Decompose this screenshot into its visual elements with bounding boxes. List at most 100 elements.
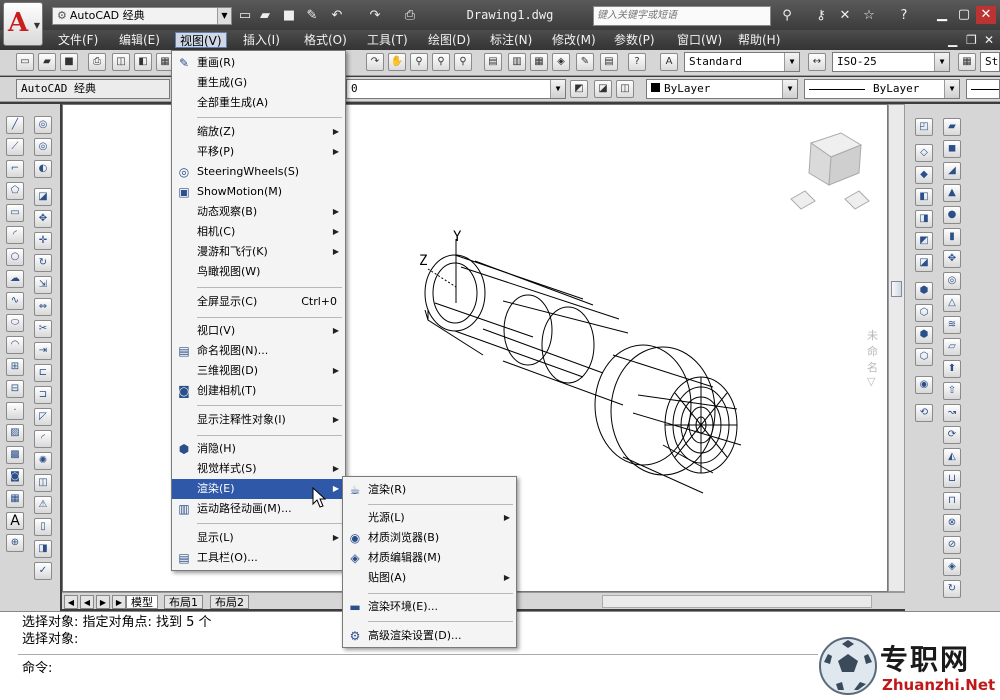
presspull-icon[interactable]: ⇧	[943, 382, 961, 400]
quickcalc-icon[interactable]: ▤	[600, 53, 618, 71]
nw-iso-icon[interactable]: ⬡	[915, 348, 933, 366]
union-icon[interactable]: ⊔	[943, 470, 961, 488]
layer-combo[interactable]: 0 ▼	[346, 79, 566, 99]
cone-icon[interactable]: ▲	[943, 184, 961, 202]
rotate-3d-icon[interactable]: ↻	[943, 580, 961, 598]
workspace-switcher[interactable]: ⚙ AutoCAD 经典 ▼	[52, 7, 232, 25]
design-center-icon[interactable]: ▥	[508, 53, 526, 71]
menu-item-clean-screen[interactable]: 全屏显示(C) Ctrl+0	[172, 292, 345, 312]
menu-dimension[interactable]: 标注(N)	[486, 32, 536, 48]
arc-icon[interactable]: ◜	[6, 226, 24, 244]
text-style-icon[interactable]: A	[660, 53, 678, 71]
menu-format[interactable]: 格式(O)	[300, 32, 351, 48]
helix-icon[interactable]: ≋	[943, 316, 961, 334]
insert-block-icon[interactable]: ⊞	[6, 358, 24, 376]
ellipse-icon[interactable]: ⬭	[6, 314, 24, 332]
point-icon[interactable]: ·	[6, 402, 24, 420]
markup-icon[interactable]: ✎	[576, 53, 594, 71]
left-view-icon[interactable]: ◧	[915, 188, 933, 206]
color-combo[interactable]: ByLayer ▼	[646, 79, 798, 99]
menu-item-aerial-view[interactable]: 鸟瞰视图(W)	[172, 262, 345, 282]
open-icon[interactable]: ▰	[38, 53, 56, 71]
sweep-icon[interactable]: ↝	[943, 404, 961, 422]
table-style-combo[interactable]: St	[980, 52, 1000, 72]
solid-model[interactable]	[424, 254, 742, 494]
menu-item-advanced-render-settings[interactable]: ⚙ 高级渲染设置(D)...	[343, 626, 516, 646]
extrude-icon[interactable]: ⬆	[943, 360, 961, 378]
make-block-icon[interactable]: ⊟	[6, 380, 24, 398]
menu-window[interactable]: 窗口(W)	[673, 32, 726, 48]
cylinder-icon[interactable]: ▮	[943, 228, 961, 246]
hatch-icon[interactable]: ▨	[6, 424, 24, 442]
tab-layout1[interactable]: 布局1	[164, 595, 203, 609]
favorites-star-icon[interactable]: ☆	[860, 7, 878, 25]
publish-icon[interactable]: ◧	[134, 53, 152, 71]
menu-item-visual-styles[interactable]: 视觉样式(S) ▶	[172, 459, 345, 479]
doc-close-button[interactable]: ✕	[980, 32, 998, 48]
vertical-scroll-thumb[interactable]	[891, 281, 902, 297]
plot-icon[interactable]: ⎙	[88, 53, 106, 71]
key-icon[interactable]: ⚷	[812, 7, 830, 25]
layer-states-icon[interactable]: ◫	[616, 80, 634, 98]
viewcube[interactable]	[790, 132, 870, 210]
ellipse-arc-icon[interactable]: ◠	[6, 336, 24, 354]
menu-item-zoom[interactable]: 缩放(Z) ▶	[172, 122, 345, 142]
save-icon[interactable]: ■	[280, 7, 298, 25]
tab-model[interactable]: 模型	[126, 595, 158, 609]
table-style-icon[interactable]: ▦	[958, 53, 976, 71]
rectangle-icon[interactable]: ▭	[6, 204, 24, 222]
table-icon[interactable]: ▦	[6, 490, 24, 508]
undo-icon[interactable]: ↶	[328, 7, 346, 25]
menu-item-material-editor[interactable]: ◈ 材质编辑器(M)	[343, 548, 516, 568]
save-icon[interactable]: ■	[60, 53, 78, 71]
stretch-icon[interactable]: ⇔	[34, 298, 52, 316]
gradient-icon[interactable]: ▩	[6, 446, 24, 464]
clip-icon[interactable]: ◨	[34, 540, 52, 558]
rotate-icon[interactable]: ↻	[34, 254, 52, 272]
menu-tools[interactable]: 工具(T)	[363, 32, 412, 48]
revolve-icon[interactable]: ⟳	[943, 426, 961, 444]
explode-icon[interactable]: ✺	[34, 452, 52, 470]
subtract-icon[interactable]: ⊓	[943, 492, 961, 510]
close-window-button[interactable]: ✕	[976, 6, 996, 24]
wedge-icon[interactable]: ◢	[943, 162, 961, 180]
tab-first-button[interactable]: ◀	[64, 595, 78, 609]
zoom-realtime-icon[interactable]: ⚲	[410, 53, 428, 71]
join-icon[interactable]: ⊐	[34, 386, 52, 404]
fillet-icon[interactable]: ◜	[34, 430, 52, 448]
move-3d-icon[interactable]: ✥	[943, 250, 961, 268]
print-icon[interactable]: ⎙	[401, 7, 419, 25]
section-icon[interactable]: ◈	[943, 558, 961, 576]
tab-last-button[interactable]: ▶	[112, 595, 126, 609]
warning-icon[interactable]: ⚠	[34, 496, 52, 514]
menu-item-render-render[interactable]: ☕ 渲染(R)	[343, 480, 516, 500]
sphere-icon[interactable]: ●	[943, 206, 961, 224]
binoculars-icon[interactable]: ⚲	[778, 7, 796, 25]
menu-item-walk-fly[interactable]: 漫游和飞行(K) ▶	[172, 242, 345, 262]
menu-file[interactable]: 文件(F)	[54, 32, 102, 48]
add-selected-icon[interactable]: ⊕	[6, 534, 24, 552]
ucs-icon[interactable]: ⟲	[915, 404, 933, 422]
menu-item-material-browser[interactable]: ◉ 材质浏览器(B)	[343, 528, 516, 548]
tab-prev-button[interactable]: ◀	[80, 595, 94, 609]
check-icon[interactable]: ✓	[34, 562, 52, 580]
menu-item-3d-views[interactable]: 三维视图(D) ▶	[172, 361, 345, 381]
offset-icon[interactable]: ◪	[34, 188, 52, 206]
doc-restore-button[interactable]: ❐	[962, 32, 981, 48]
mirror-icon[interactable]: ◐	[34, 160, 52, 178]
menu-item-viewports[interactable]: 视口(V) ▶	[172, 321, 345, 341]
menu-item-orbit[interactable]: 动态观察(B) ▶	[172, 202, 345, 222]
copy-icon[interactable]: ◎	[34, 138, 52, 156]
layer-previous-icon[interactable]: ◪	[594, 80, 612, 98]
slice-icon[interactable]: ⊘	[943, 536, 961, 554]
revision-cloud-icon[interactable]: ☁	[6, 270, 24, 288]
menu-parametric[interactable]: 参数(P)	[610, 32, 659, 48]
array-icon[interactable]: ✥	[34, 210, 52, 228]
help-icon[interactable]: ?	[628, 53, 646, 71]
front-view-icon[interactable]: ◩	[915, 232, 933, 250]
new-file-icon[interactable]: ▭	[236, 7, 254, 25]
se-iso-icon[interactable]: ⬡	[915, 304, 933, 322]
viewcube-ucs-menu[interactable]: 未命名 ▽	[867, 327, 887, 388]
dim-style-combo[interactable]: ISO-25 ▼	[832, 52, 950, 72]
menu-item-pan[interactable]: 平移(P) ▶	[172, 142, 345, 162]
